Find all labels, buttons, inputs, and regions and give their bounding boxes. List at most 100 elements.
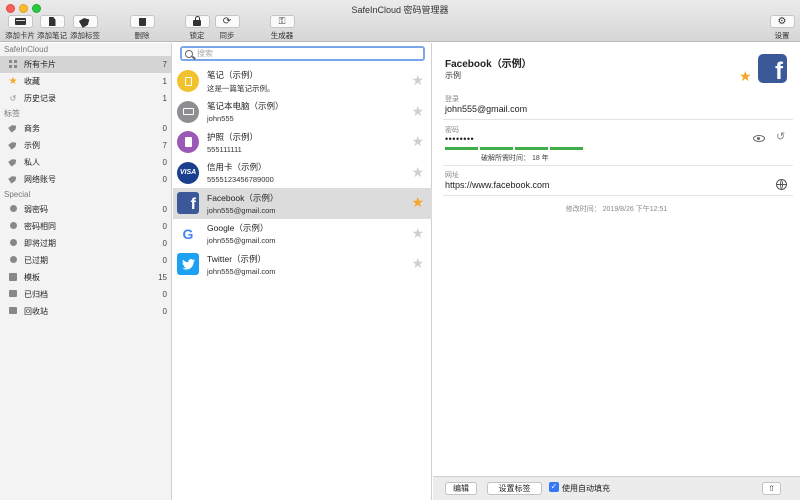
list-item[interactable]: 笔记（示例） 这是一篇笔记示例。 ★ [173,66,432,97]
list-item-title: Google（示例） [207,223,269,234]
edit-button[interactable]: 编辑 [445,482,477,495]
window-titlebar: SafeInCloud 密码管理器 添加卡片 添加笔记 添加标签 删除 锁定 ⟳… [0,0,800,42]
sidebar-item-count: 0 [162,256,167,265]
search-icon [185,49,193,58]
section-header-tags: 标签 [4,109,20,118]
sidebar-item-archived[interactable]: 已归档 0 [0,286,171,303]
grid-icon [8,59,18,70]
favorite-star-icon[interactable]: ★ [411,194,424,211]
sidebar-item-label: 已归档 [24,290,48,299]
globe-icon[interactable] [776,179,787,190]
sidebar-item-count: 0 [162,205,167,214]
favorite-star-icon[interactable]: ★ [411,255,424,272]
sync-button[interactable]: ⟳ 同步 [207,15,247,41]
sidebar-item-weak-passwords[interactable]: 弱密码 0 [0,201,171,218]
add-tag-button[interactable]: 添加标签 [65,15,105,41]
list-item-title: 护照（示例） [207,131,259,142]
share-button[interactable]: ⇧ [762,482,781,495]
list-item-title: Facebook（示例） [207,192,279,203]
archive-icon [8,290,18,299]
sidebar-item-count: 7 [162,141,167,150]
sidebar-item-sample[interactable]: 示例 7 [0,137,171,154]
list-item[interactable]: G Google（示例） john555@gmail.com ★ [173,219,432,250]
add-tag-label: 添加标签 [70,31,100,40]
favorite-star-icon[interactable]: ★ [411,72,424,89]
sidebar-item-label: 私人 [24,158,40,167]
expired-icon [8,256,18,265]
sidebar-item-business[interactable]: 商务 0 [0,120,171,137]
generator-button[interactable]: ⚿ 生成器 [262,15,302,41]
list-item[interactable]: f Facebook（示例） john555@gmail.com ★ [173,188,432,219]
delete-button[interactable]: 删除 [122,15,162,41]
list-item[interactable]: 护照（示例） 555111111 ★ [173,127,432,158]
password-value[interactable]: •••••••• [445,134,474,144]
sidebar-item-label: 示例 [24,141,40,150]
duplicate-icon [8,222,18,231]
card-detail-pane: Facebook（示例） 示例 ★ f 登录 john555@gmail.com… [433,43,800,500]
sidebar-item-all-cards[interactable]: 所有卡片 7 [0,56,171,73]
sidebar-item-count: 15 [158,273,167,282]
template-icon [8,272,18,283]
favorite-star-icon[interactable]: ★ [411,225,424,242]
expiring-icon [8,239,18,248]
sidebar-item-duplicate-passwords[interactable]: 密码相同 0 [0,218,171,235]
sidebar-item-expired[interactable]: 已过期 0 [0,252,171,269]
search-box[interactable] [180,46,425,61]
sidebar-item-count: 0 [162,239,167,248]
list-item[interactable]: VISA 信用卡（示例） 5555123456789000 ★ [173,158,432,189]
sidebar-item-history[interactable]: ↺ 历史记录 1 [0,90,171,107]
set-tags-button[interactable]: 设置标签 [487,482,542,495]
url-value[interactable]: https://www.facebook.com [445,180,550,190]
divider [443,119,793,120]
card-list-pane: 笔记（示例） 这是一篇笔记示例。 ★ 笔记本电脑（示例） john555 ★ 护… [173,43,432,500]
list-item-title: 笔记（示例） [207,69,259,80]
trash-icon [138,17,146,26]
list-item-subtitle: 这是一篇笔记示例。 [207,83,275,93]
section-header-safeincloud: SafeInCloud [4,45,49,54]
lock-icon [193,16,201,26]
sidebar-item-web-accounts[interactable]: 网络账号 0 [0,171,171,188]
favorite-star-icon[interactable]: ★ [411,133,424,150]
sidebar-item-expiring[interactable]: 即将过期 0 [0,235,171,252]
eye-icon[interactable] [753,135,765,142]
sidebar-item-count: 1 [162,77,167,86]
sidebar-item-count: 7 [162,60,167,69]
sidebar-item-count: 0 [162,307,167,316]
passport-icon [177,131,199,154]
favorite-star-icon[interactable]: ★ [739,68,752,85]
history-icon: ↺ [9,93,17,103]
sidebar-item-label: 商务 [24,124,40,133]
list-item-title: 信用卡（示例） [207,162,267,173]
autofill-checkbox[interactable]: ✓ [549,482,559,492]
divider [443,195,793,196]
sidebar-item-private[interactable]: 私人 0 [0,154,171,171]
favorite-star-icon[interactable]: ★ [411,164,424,181]
autofill-label: 使用自动填充 [562,484,610,493]
history-icon[interactable]: ↺ [776,132,785,143]
sidebar-item-count: 0 [162,222,167,231]
list-item[interactable]: Twitter（示例） john555@gmail.com ★ [173,249,432,280]
sidebar-item-count: 0 [162,124,167,133]
sidebar-item-count: 0 [162,175,167,184]
login-value[interactable]: john555@gmail.com [445,104,527,114]
list-item-subtitle: 5555123456789000 [207,175,274,185]
twitter-icon [177,253,199,276]
card-list: 笔记（示例） 这是一篇笔记示例。 ★ 笔记本电脑（示例） john555 ★ 护… [173,66,432,280]
divider [443,165,793,166]
sidebar-item-label: 模板 [24,273,40,282]
sidebar-item-favorites[interactable]: ★ 收藏 1 [0,73,171,90]
star-icon: ★ [8,75,18,87]
settings-button[interactable]: ⚙ 设置 [762,15,800,41]
sidebar-item-label: 弱密码 [24,205,48,214]
list-item-subtitle: john555@gmail.com [207,205,276,215]
sidebar-item-trash[interactable]: 回收站 0 [0,303,171,320]
search-input[interactable] [197,49,397,58]
card-tag[interactable]: 示例 [445,70,461,81]
list-item[interactable]: 笔记本电脑（示例） john555 ★ [173,97,432,128]
sidebar-item-templates[interactable]: 模板 15 [0,269,171,286]
sidebar-item-label: 收藏 [24,77,40,86]
note-icon [177,70,199,93]
weak-icon [8,205,18,214]
sidebar-item-count: 0 [162,290,167,299]
favorite-star-icon[interactable]: ★ [411,103,424,120]
